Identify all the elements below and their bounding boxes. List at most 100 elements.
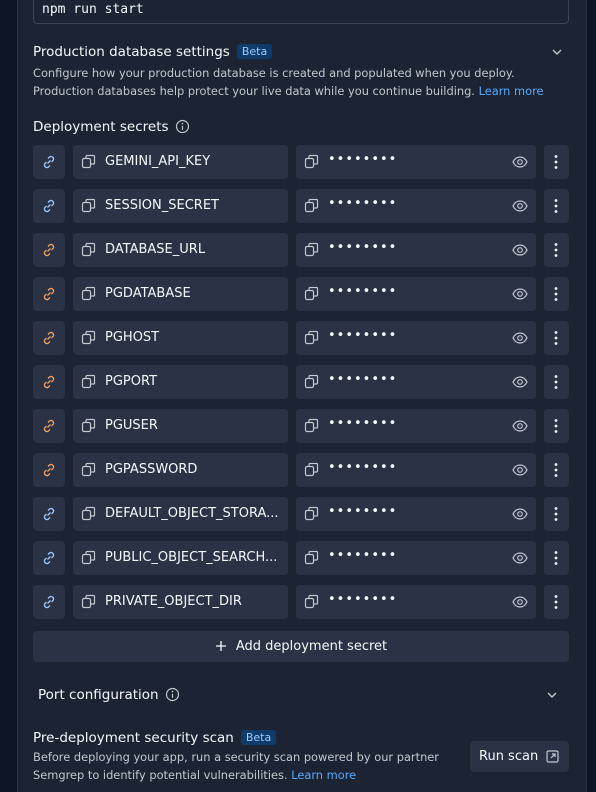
secret-key-field[interactable]: SESSION_SECRET: [73, 189, 288, 223]
copy-icon[interactable]: [304, 286, 319, 301]
secret-value-field[interactable]: ••••••••: [296, 277, 536, 311]
secret-key-name: DEFAULT_OBJECT_STORA...: [105, 506, 279, 521]
copy-icon[interactable]: [81, 374, 96, 389]
secret-key-name: PRIVATE_OBJECT_DIR: [105, 594, 242, 609]
secret-key-field[interactable]: PGPASSWORD: [73, 453, 288, 487]
secret-options-button[interactable]: [544, 277, 569, 311]
link-toggle-button[interactable]: [33, 145, 65, 179]
secret-options-button[interactable]: [544, 497, 569, 531]
secret-options-button[interactable]: [544, 233, 569, 267]
secret-key-field[interactable]: PGUSER: [73, 409, 288, 443]
secret-value-field[interactable]: ••••••••: [296, 365, 536, 399]
more-vertical-icon: [554, 155, 558, 169]
secret-value-field[interactable]: ••••••••: [296, 189, 536, 223]
eye-icon[interactable]: [512, 463, 528, 477]
secret-value-field[interactable]: ••••••••: [296, 585, 536, 619]
secret-value-field[interactable]: ••••••••: [296, 145, 536, 179]
link-toggle-button[interactable]: [33, 277, 65, 311]
link-toggle-button[interactable]: [33, 497, 65, 531]
eye-icon[interactable]: [512, 287, 528, 301]
security-scan-learn-more-link[interactable]: Learn more: [291, 768, 356, 782]
secret-row: SESSION_SECRET ••••••••: [33, 189, 569, 223]
more-vertical-icon: [554, 199, 558, 213]
copy-icon[interactable]: [81, 594, 96, 609]
copy-icon[interactable]: [304, 550, 319, 565]
add-deployment-secret-button[interactable]: Add deployment secret: [33, 631, 569, 662]
copy-icon[interactable]: [81, 506, 96, 521]
eye-icon[interactable]: [512, 507, 528, 521]
copy-icon[interactable]: [304, 242, 319, 257]
secret-options-button[interactable]: [544, 409, 569, 443]
copy-icon[interactable]: [304, 374, 319, 389]
secret-key-field[interactable]: DATABASE_URL: [73, 233, 288, 267]
secret-key-field[interactable]: PGHOST: [73, 321, 288, 355]
secret-value-field[interactable]: ••••••••: [296, 409, 536, 443]
copy-icon[interactable]: [81, 286, 96, 301]
eye-icon[interactable]: [512, 375, 528, 389]
secret-options-button[interactable]: [544, 365, 569, 399]
copy-icon[interactable]: [81, 550, 96, 565]
run-command-field[interactable]: npm run start: [33, 0, 569, 24]
secret-value-field[interactable]: ••••••••: [296, 453, 536, 487]
secret-options-button[interactable]: [544, 321, 569, 355]
secret-key-field[interactable]: DEFAULT_OBJECT_STORA...: [73, 497, 288, 531]
secret-value-field[interactable]: ••••••••: [296, 497, 536, 531]
run-scan-button[interactable]: Run scan: [470, 741, 569, 772]
secret-key-name: DATABASE_URL: [105, 242, 206, 257]
secret-key-field[interactable]: PUBLIC_OBJECT_SEARCH...: [73, 541, 288, 575]
copy-icon[interactable]: [304, 594, 319, 609]
chevron-down-icon[interactable]: [546, 689, 558, 701]
port-config-header[interactable]: Port configuration: [38, 687, 180, 703]
prod-db-header[interactable]: Production database settings Beta: [33, 44, 273, 60]
eye-icon[interactable]: [512, 551, 528, 565]
copy-icon[interactable]: [81, 462, 96, 477]
link-toggle-button[interactable]: [33, 189, 65, 223]
secrets-list: GEMINI_API_KEY •••••••• SESSION_SECRET •…: [33, 145, 569, 629]
secret-options-button[interactable]: [544, 189, 569, 223]
secret-options-button[interactable]: [544, 541, 569, 575]
copy-icon[interactable]: [81, 154, 96, 169]
prod-db-learn-more-link[interactable]: Learn more: [479, 84, 544, 98]
eye-icon[interactable]: [512, 419, 528, 433]
more-vertical-icon: [554, 551, 558, 565]
secret-key-field[interactable]: PRIVATE_OBJECT_DIR: [73, 585, 288, 619]
link-toggle-button[interactable]: [33, 365, 65, 399]
info-icon[interactable]: [165, 687, 180, 702]
link-toggle-button[interactable]: [33, 585, 65, 619]
copy-icon[interactable]: [81, 418, 96, 433]
secret-key-field[interactable]: PGDATABASE: [73, 277, 288, 311]
eye-icon[interactable]: [512, 331, 528, 345]
link-toggle-button[interactable]: [33, 321, 65, 355]
link-toggle-button[interactable]: [33, 409, 65, 443]
eye-icon[interactable]: [512, 199, 528, 213]
copy-icon[interactable]: [304, 418, 319, 433]
secret-value-field[interactable]: ••••••••: [296, 321, 536, 355]
security-scan-header: Pre-deployment security scan Beta: [33, 730, 277, 746]
copy-icon[interactable]: [304, 154, 319, 169]
secret-options-button[interactable]: [544, 585, 569, 619]
security-scan-title: Pre-deployment security scan: [33, 730, 234, 746]
eye-icon[interactable]: [512, 155, 528, 169]
secret-row: PGDATABASE ••••••••: [33, 277, 569, 311]
copy-icon[interactable]: [81, 198, 96, 213]
secret-value-field[interactable]: ••••••••: [296, 541, 536, 575]
copy-icon[interactable]: [81, 330, 96, 345]
info-icon[interactable]: [175, 119, 190, 134]
secret-options-button[interactable]: [544, 145, 569, 179]
eye-icon[interactable]: [512, 595, 528, 609]
copy-icon[interactable]: [304, 506, 319, 521]
copy-icon[interactable]: [81, 242, 96, 257]
secret-options-button[interactable]: [544, 453, 569, 487]
link-toggle-button[interactable]: [33, 453, 65, 487]
link-toggle-button[interactable]: [33, 233, 65, 267]
secret-key-field[interactable]: PGPORT: [73, 365, 288, 399]
secret-value-field[interactable]: ••••••••: [296, 233, 536, 267]
eye-icon[interactable]: [512, 243, 528, 257]
secrets-title: Deployment secrets: [33, 119, 169, 135]
copy-icon[interactable]: [304, 330, 319, 345]
copy-icon[interactable]: [304, 198, 319, 213]
chevron-down-icon[interactable]: [551, 46, 563, 58]
link-toggle-button[interactable]: [33, 541, 65, 575]
secret-key-field[interactable]: GEMINI_API_KEY: [73, 145, 288, 179]
copy-icon[interactable]: [304, 462, 319, 477]
